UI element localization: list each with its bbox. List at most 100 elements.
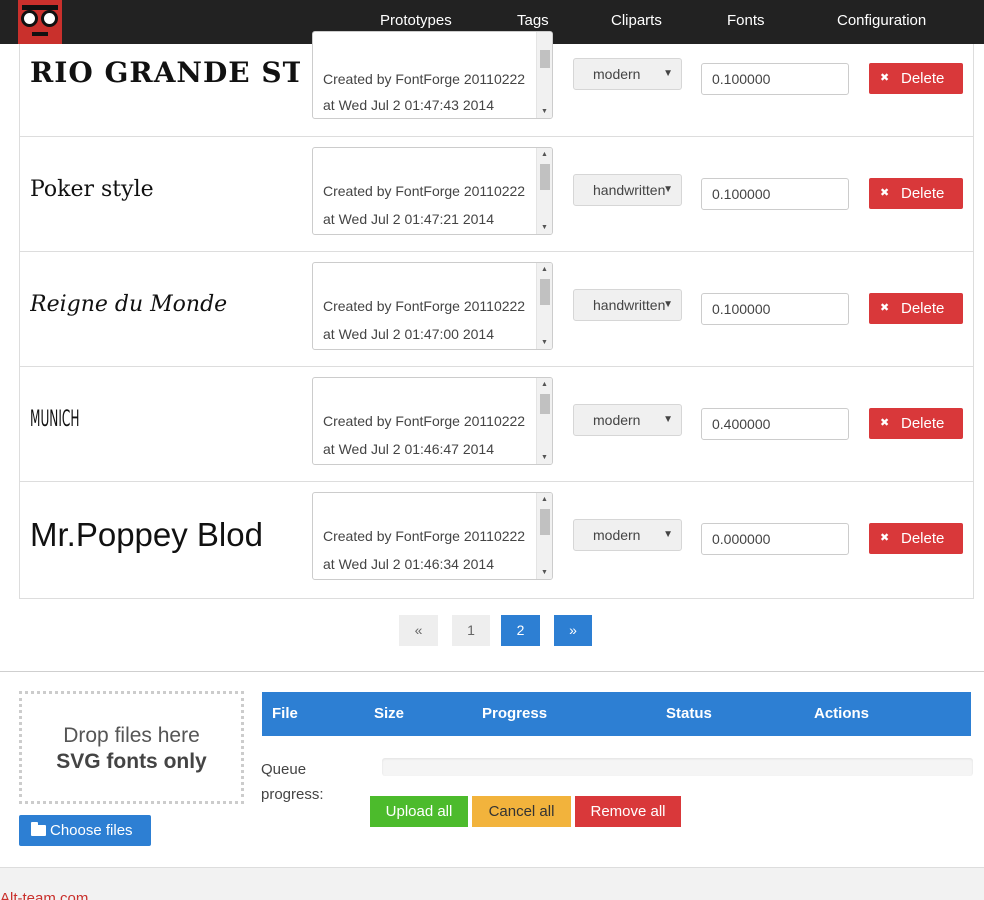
delete-font-button[interactable]: ✖ Delete (869, 178, 963, 209)
nav-cliparts[interactable]: Cliparts (611, 0, 662, 44)
delete-font-button[interactable]: ✖ Delete (869, 63, 963, 94)
pagination-page-2[interactable]: 2 (501, 615, 540, 646)
pagination-page-1[interactable]: 1 (452, 615, 490, 646)
font-row: Reigne du Monde Created by FontForge 201… (20, 252, 973, 367)
delete-label: Delete (901, 185, 945, 202)
close-icon: ✖ (880, 302, 890, 314)
scroll-down-arrow-icon[interactable]: ▼ (541, 224, 548, 232)
upload-all-button[interactable]: Upload all (370, 796, 468, 827)
font-weight-input[interactable]: 0.100000 (701, 63, 849, 95)
close-icon: ✖ (880, 187, 890, 199)
page-footer: Alt-team.com (0, 867, 984, 900)
scroll-up-arrow-icon[interactable]: ▲ (541, 381, 548, 389)
font-preview: Reigne du Monde (30, 292, 228, 317)
font-description-line: at Wed Jul 2 01:47:21 2014 (323, 211, 494, 227)
scroll-up-arrow-icon[interactable]: ▲ (541, 496, 548, 504)
scrollbar-thumb[interactable] (540, 279, 550, 305)
font-style-select[interactable]: modern ▼ (573, 404, 682, 436)
scrollbar-thumb[interactable] (540, 509, 550, 535)
scroll-down-arrow-icon[interactable]: ▼ (541, 339, 548, 347)
pagination-next[interactable]: » (554, 615, 592, 646)
dropzone-title: Drop files here (63, 724, 200, 747)
font-style-select[interactable]: handwritten ▼ (573, 289, 682, 321)
font-weight-input[interactable]: 0.100000 (701, 178, 849, 210)
delete-label: Delete (901, 70, 945, 87)
file-dropzone[interactable]: Drop files here SVG fonts only (19, 691, 244, 804)
cancel-all-button[interactable]: Cancel all (472, 796, 571, 827)
font-preview: RIO GRANDE STRI (30, 56, 300, 89)
scroll-down-arrow-icon[interactable]: ▼ (541, 454, 548, 462)
dropzone-subtitle: SVG fonts only (56, 750, 207, 773)
font-style-value: modern (593, 66, 641, 82)
font-description-line: Created by FontForge 20110222 (323, 71, 526, 87)
choose-files-label: Choose files (50, 822, 133, 839)
font-description-textarea[interactable]: Created by FontForge 20110222 at Wed Jul… (312, 147, 553, 235)
delete-label: Delete (901, 530, 945, 547)
textarea-scrollbar[interactable]: ▼ (536, 32, 552, 118)
font-row: Poker style Created by FontForge 2011022… (20, 137, 973, 252)
font-style-value: handwritten (593, 182, 666, 198)
delete-label: Delete (901, 300, 945, 317)
font-weight-input[interactable]: 0.100000 (701, 293, 849, 325)
delete-font-button[interactable]: ✖ Delete (869, 523, 963, 554)
font-description-line: Created by FontForge 20110222 (323, 528, 526, 544)
scrollbar-thumb[interactable] (540, 164, 550, 190)
font-description-line: at Wed Jul 2 01:47:00 2014 (323, 326, 494, 342)
textarea-scrollbar[interactable]: ▲ ▼ (536, 148, 552, 234)
column-header-file: File (272, 705, 298, 722)
logo-mouth (32, 32, 48, 36)
font-weight-input[interactable]: 0.000000 (701, 523, 849, 555)
font-description-line: at Wed Jul 2 01:46:47 2014 (323, 441, 494, 457)
font-description-textarea[interactable]: Created by FontForge 20110222 at Wed Jul… (312, 492, 553, 580)
queue-progress-bar (382, 758, 973, 776)
chevron-down-icon: ▼ (663, 529, 673, 540)
chevron-down-icon: ▼ (663, 414, 673, 425)
close-icon: ✖ (880, 417, 890, 429)
font-description-line: Created by FontForge 20110222 (323, 183, 526, 199)
scrollbar-thumb[interactable] (540, 50, 550, 68)
fonts-table: RIO GRANDE STRI Created by FontForge 201… (19, 31, 974, 599)
app-logo[interactable] (18, 0, 62, 44)
font-style-select[interactable]: modern ▼ (573, 58, 682, 90)
scroll-up-arrow-icon[interactable]: ▲ (541, 151, 548, 159)
font-description-line: Created by FontForge 20110222 (323, 298, 526, 314)
textarea-scrollbar[interactable]: ▲ ▼ (536, 378, 552, 464)
nav-configuration[interactable]: Configuration (837, 0, 926, 44)
column-header-size: Size (374, 705, 405, 722)
delete-label: Delete (901, 415, 945, 432)
logo-eye-right (41, 10, 58, 27)
font-description-textarea[interactable]: Created by FontForge 20110222 at Wed Jul… (312, 262, 553, 350)
scroll-down-arrow-icon[interactable]: ▼ (541, 569, 548, 577)
font-description-line: at Wed Jul 2 01:47:43 2014 (323, 97, 494, 113)
font-style-select[interactable]: modern ▼ (573, 519, 682, 551)
font-description-textarea[interactable]: Created by FontForge 20110222 at Wed Jul… (312, 377, 553, 465)
delete-font-button[interactable]: ✖ Delete (869, 408, 963, 439)
pagination-prev[interactable]: « (399, 615, 438, 646)
font-preview: Poker style (30, 177, 154, 202)
column-header-progress: Progress (482, 705, 548, 722)
scrollbar-thumb[interactable] (540, 394, 550, 414)
font-weight-input[interactable]: 0.400000 (701, 408, 849, 440)
nav-fonts[interactable]: Fonts (727, 0, 765, 44)
footer-link[interactable]: Alt-team.com (0, 890, 88, 900)
font-description-textarea[interactable]: Created by FontForge 20110222 at Wed Jul… (312, 31, 553, 119)
font-preview: MUNICH (30, 407, 80, 432)
folder-icon (31, 822, 46, 836)
textarea-scrollbar[interactable]: ▲ ▼ (536, 493, 552, 579)
font-description-line: Created by FontForge 20110222 (323, 413, 526, 429)
delete-font-button[interactable]: ✖ Delete (869, 293, 963, 324)
font-style-select[interactable]: handwritten ▼ (573, 174, 682, 206)
scroll-up-arrow-icon[interactable]: ▲ (541, 266, 548, 274)
font-description-line: at Wed Jul 2 01:46:34 2014 (323, 556, 494, 572)
remove-all-button[interactable]: Remove all (575, 796, 681, 827)
font-style-value: modern (593, 412, 641, 428)
scroll-down-arrow-icon[interactable]: ▼ (541, 108, 548, 116)
chevron-down-icon: ▼ (663, 299, 673, 310)
choose-files-button[interactable]: Choose files (19, 815, 151, 846)
queue-progress-label: Queue progress: (261, 761, 324, 803)
section-divider (0, 671, 984, 672)
font-preview: Mr.Poppey Blod (30, 516, 263, 553)
textarea-scrollbar[interactable]: ▲ ▼ (536, 263, 552, 349)
upload-queue-header: File Size Progress Status Actions (262, 692, 971, 736)
font-style-value: handwritten (593, 297, 666, 313)
